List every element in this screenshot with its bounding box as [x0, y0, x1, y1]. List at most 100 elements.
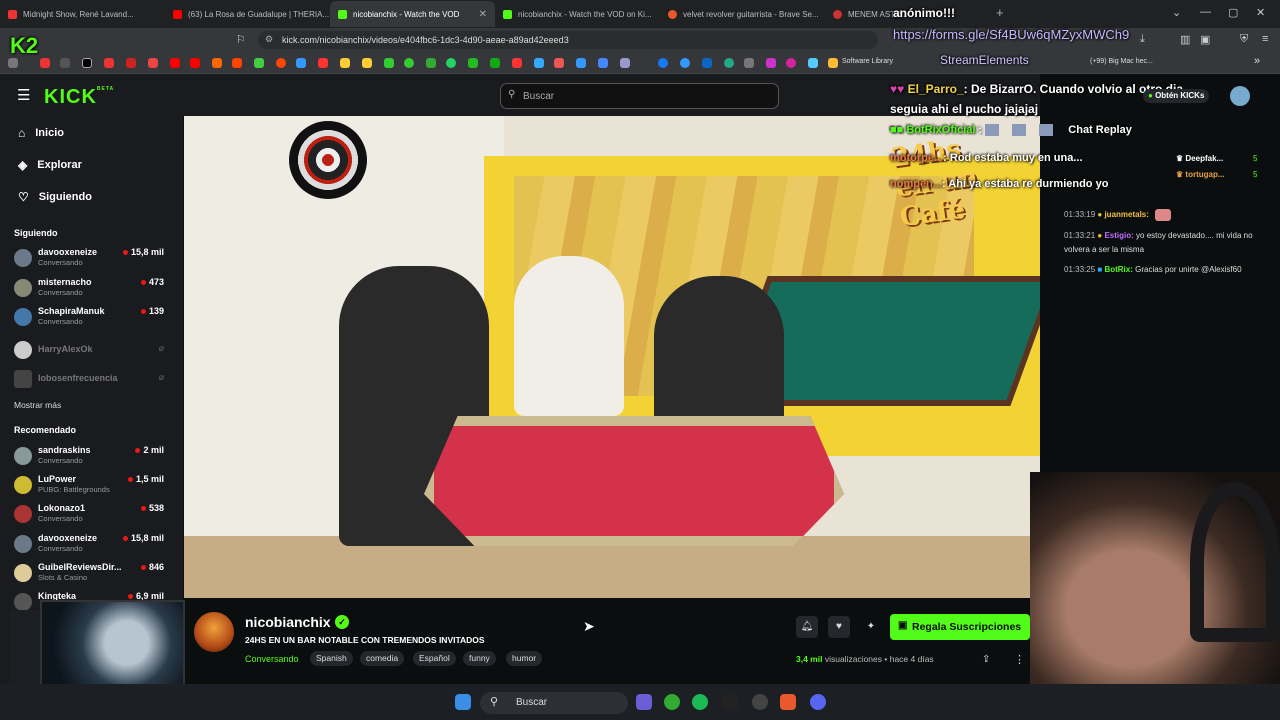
- sidebar-channel[interactable]: GuibelReviewsDir... Slots & Casino 846: [14, 561, 164, 585]
- sidebar-channel-offline[interactable]: HarryAlexOk ⌀: [14, 338, 164, 362]
- taskbar-search[interactable]: ⚲ Buscar: [480, 692, 628, 714]
- instagram-icon[interactable]: [786, 58, 796, 68]
- sidebar-icon[interactable]: ▥: [1180, 33, 1190, 46]
- reddit-icon[interactable]: [276, 58, 286, 68]
- share-icon[interactable]: ⇪: [982, 654, 990, 665]
- tag[interactable]: Español: [413, 651, 456, 666]
- bookmark-icon[interactable]: [404, 58, 414, 68]
- bookmark-icon[interactable]: [426, 58, 436, 68]
- sidebar-channel[interactable]: LuPower PUBG: Battlegrounds 1,5 mil: [14, 473, 164, 497]
- maximize-icon[interactable]: ▢: [1228, 6, 1238, 19]
- bookmark-icon[interactable]: [318, 58, 328, 68]
- nav-home[interactable]: ⌂ Inicio: [18, 126, 64, 140]
- bookmark-icon[interactable]: [126, 58, 136, 68]
- bookmark-icon[interactable]: [254, 58, 264, 68]
- youtube-icon[interactable]: [170, 58, 180, 68]
- browser-tab[interactable]: (63) La Rosa de Guadalupe | THERIA...: [165, 1, 330, 27]
- wallet-icon[interactable]: ▣: [1200, 33, 1210, 46]
- obs-icon[interactable]: [752, 694, 768, 710]
- downloads-icon[interactable]: ⤓: [1140, 33, 1145, 46]
- bookmark-icon[interactable]: [680, 58, 690, 68]
- bookmark-label[interactable]: (+99) Big Mac hec...: [1090, 58, 1153, 65]
- tag[interactable]: humor: [506, 651, 543, 666]
- bookmark-icon[interactable]: [598, 58, 608, 68]
- whatsapp-icon[interactable]: [446, 58, 456, 68]
- bookmark-icon[interactable]: [534, 58, 544, 68]
- tag[interactable]: funny: [463, 651, 496, 666]
- gift-subscriptions-button[interactable]: ▣ Regala Suscripciones: [890, 614, 1030, 640]
- x-twitter-icon[interactable]: [82, 58, 92, 68]
- bookmark-icon[interactable]: [40, 58, 50, 68]
- bookmark-icon[interactable]: [766, 58, 776, 68]
- get-kicks-button[interactable]: ● Obtén KICKs: [1143, 89, 1210, 103]
- bookmark-icon[interactable]: [512, 58, 522, 68]
- sidebar-channel[interactable]: sandraskins Conversando 2 mil: [14, 444, 164, 468]
- sidebar-channel[interactable]: SchapiraManuk Conversando 139: [14, 305, 164, 329]
- bookmark-icon[interactable]: [60, 58, 70, 68]
- bookmark-icon[interactable]: [620, 58, 630, 68]
- browser-tab[interactable]: nicobianchix - Watch the VOD on Ki...: [495, 1, 660, 27]
- tab-list-icon[interactable]: ⌄: [1172, 6, 1181, 19]
- bookmark-icon[interactable]: [724, 58, 734, 68]
- bookmark-icon[interactable]: [808, 58, 818, 68]
- folder-icon[interactable]: [828, 58, 838, 68]
- bookmark-label[interactable]: Software Library: [842, 58, 893, 65]
- site-info-icon[interactable]: ⚙: [265, 34, 273, 45]
- browser-tab-active[interactable]: nicobianchix - Watch the VOD ✕: [330, 1, 495, 27]
- close-window-icon[interactable]: ✕: [1256, 6, 1265, 19]
- chrome-icon[interactable]: [664, 694, 680, 710]
- bookmark-icon[interactable]: [296, 58, 306, 68]
- bookmark-icon[interactable]: [490, 58, 500, 68]
- apps-icon[interactable]: [8, 58, 18, 68]
- bookmark-icon[interactable]: [232, 58, 242, 68]
- user-avatar[interactable]: [1230, 86, 1250, 106]
- notification-bell-icon[interactable]: 🔔︎: [796, 616, 818, 638]
- sidebar-channel[interactable]: Lokonazo1 Conversando 538: [14, 502, 164, 526]
- channel-name[interactable]: nicobianchix: [245, 614, 331, 630]
- bookmark-icon[interactable]: [340, 58, 350, 68]
- bookmark-icon[interactable]: [744, 58, 754, 68]
- browser-tab[interactable]: Midnight Show, René Lavand...: [0, 1, 165, 27]
- bookmark-icon[interactable]: [362, 58, 372, 68]
- bookmark-icon[interactable]: [104, 58, 114, 68]
- sidebar-channel[interactable]: misternacho Conversando 473: [14, 276, 164, 300]
- url-field[interactable]: ⚙ kick.com/nicobianchix/videos/e404fbc6-…: [258, 31, 878, 49]
- youtube-icon[interactable]: [190, 58, 200, 68]
- brave-icon[interactable]: [780, 694, 796, 710]
- sidebar-channel-offline[interactable]: lobosenfrecuencia ⌀: [14, 367, 164, 391]
- show-more-link[interactable]: Mostrar más: [14, 400, 61, 410]
- bookmark-icon[interactable]: [576, 58, 586, 68]
- browser-tab[interactable]: velvet revolver guitarrista - Brave Se..…: [660, 1, 825, 27]
- nav-following[interactable]: ♡ Siguiendo: [18, 190, 92, 204]
- bookmark-icon[interactable]: [148, 58, 158, 68]
- category-link[interactable]: Conversando: [245, 654, 299, 664]
- sparkle-icon[interactable]: ✦: [860, 616, 882, 638]
- minimize-icon[interactable]: —: [1200, 6, 1211, 18]
- sidebar-channel[interactable]: davooxeneize Conversando 15,8 mil: [14, 246, 164, 270]
- bookmark-page-icon[interactable]: ⚐: [236, 33, 246, 46]
- facebook-icon[interactable]: [658, 58, 668, 68]
- menu-icon[interactable]: ≡: [1262, 33, 1268, 45]
- brave-shields-icon[interactable]: ⛨: [1240, 33, 1248, 46]
- sidebar-channel[interactable]: davooxeneize Conversando 15,8 mil: [14, 532, 164, 556]
- follow-heart-icon[interactable]: ♥: [828, 616, 850, 638]
- app-icon[interactable]: [722, 694, 738, 710]
- bookmark-icon[interactable]: [468, 58, 478, 68]
- kick-logo[interactable]: KICKBETA: [44, 86, 114, 109]
- discord-icon[interactable]: [810, 694, 826, 710]
- tag[interactable]: comedia: [360, 651, 405, 666]
- more-bookmarks-icon[interactable]: »: [1254, 55, 1260, 67]
- tag[interactable]: Spanish: [310, 651, 353, 666]
- bookmark-icon[interactable]: [384, 58, 394, 68]
- new-tab-icon[interactable]: +: [996, 5, 1016, 20]
- windows-start-icon[interactable]: [455, 694, 471, 710]
- search-input[interactable]: ⚲ Buscar: [500, 83, 779, 109]
- close-tab-icon[interactable]: ✕: [479, 9, 487, 20]
- channel-avatar[interactable]: [194, 612, 234, 652]
- app-icon[interactable]: [636, 694, 652, 710]
- linkedin-icon[interactable]: [702, 58, 712, 68]
- bookmark-icon[interactable]: [212, 58, 222, 68]
- hamburger-menu-icon[interactable]: ☰: [17, 86, 30, 104]
- bookmark-icon[interactable]: [554, 58, 564, 68]
- more-options-icon[interactable]: ⋮: [1014, 653, 1025, 666]
